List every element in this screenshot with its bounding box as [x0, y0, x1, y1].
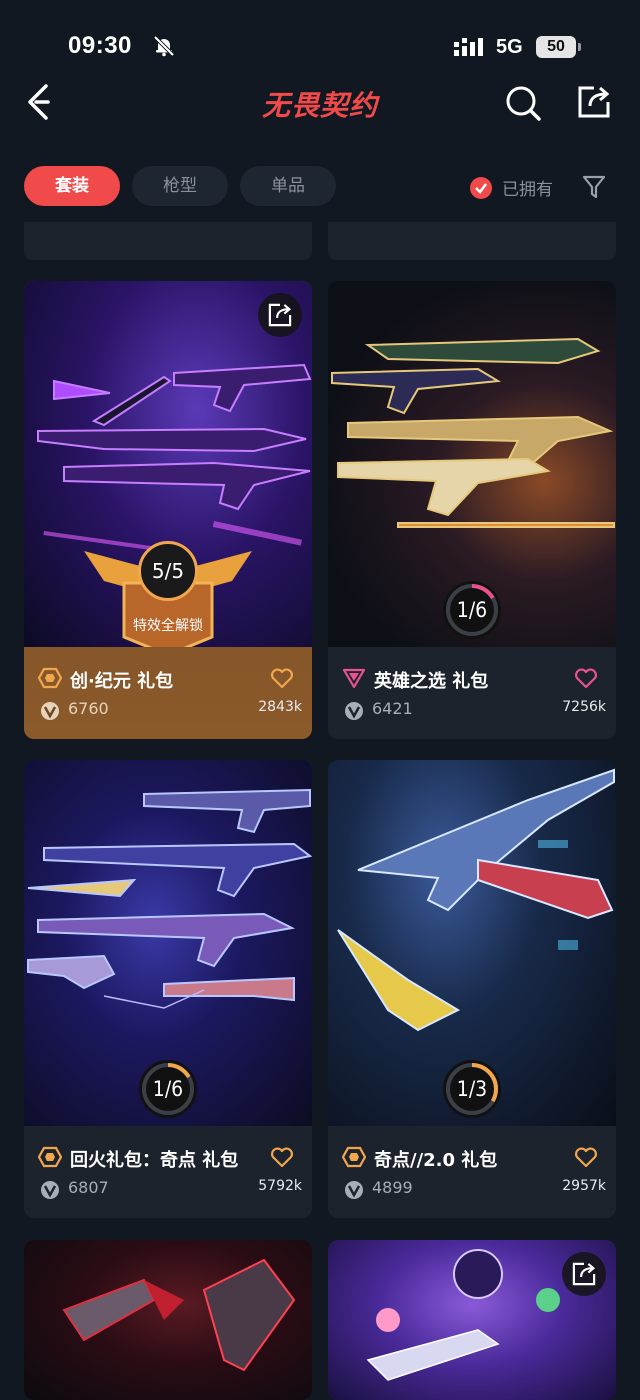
top-nav: 无畏契约: [0, 70, 640, 134]
bundle-likes: 7256k: [562, 699, 606, 715]
category-tabs: 套装 枪型 单品 已拥有: [0, 166, 640, 208]
progress-text: 5/5: [151, 559, 185, 583]
heart-icon[interactable]: [270, 667, 294, 689]
tier-icon: [38, 1146, 62, 1168]
bundle-likes: 5792k: [258, 1178, 302, 1194]
bundle-art: 5/5 特效全解锁: [24, 281, 312, 647]
signal-icon: [454, 38, 483, 56]
bundle-info: 奇点//2.0 礼包 4899 2957k: [328, 1126, 616, 1218]
weapon-artwork: [62, 1258, 296, 1372]
heart-icon[interactable]: [574, 667, 598, 689]
previous-card-peek[interactable]: [328, 222, 616, 260]
heart-icon[interactable]: [270, 1146, 294, 1168]
search-icon[interactable]: [504, 84, 542, 122]
bundle-name: 奇点//2.0 礼包: [374, 1150, 498, 1171]
progress-ring: 1/6: [443, 581, 501, 639]
bundle-art: 1/3: [328, 760, 616, 1126]
bundle-art: 1/6: [24, 760, 312, 1126]
page-title: 无畏契约: [261, 89, 378, 122]
badge-label: 特效全解锁: [133, 618, 203, 634]
vp-coin-icon: [345, 702, 363, 720]
bundle-card[interactable]: 1/6 英雄之选 礼包 6421 7256k: [328, 281, 616, 739]
bundle-art: [24, 1240, 312, 1400]
tier-icon: [38, 667, 62, 689]
share-icon[interactable]: [258, 293, 302, 337]
share-icon[interactable]: [562, 1252, 606, 1296]
owned-label: 已拥有: [502, 180, 553, 200]
bundle-price: 4899: [372, 1178, 413, 1197]
progress-text: 1/6: [456, 598, 488, 622]
bundle-card[interactable]: 1/3 奇点//2.0 礼包 4899 2957k: [328, 760, 616, 1218]
bundle-info: 英雄之选 礼包 6421 7256k: [328, 647, 616, 739]
previous-card-peek[interactable]: [24, 222, 312, 260]
filter-icon[interactable]: [582, 174, 606, 200]
vp-coin-icon: [41, 1181, 59, 1199]
unlock-badge: 5/5 特效全解锁: [84, 533, 252, 647]
progress-ring: 1/3: [443, 1060, 501, 1118]
status-time: 09:30: [68, 32, 132, 59]
bundle-art: 1/6: [328, 281, 616, 647]
heart-icon[interactable]: [574, 1146, 598, 1168]
progress-ring: 5/5: [138, 541, 198, 601]
progress-text: 1/6: [152, 1077, 184, 1101]
bundle-card[interactable]: 5/5 特效全解锁 创·纪元 礼包 6760 2843k: [24, 281, 312, 739]
bundle-art: [328, 1240, 616, 1400]
mute-bell-icon: [153, 35, 175, 57]
bundle-card[interactable]: [24, 1240, 312, 1400]
vp-coin-icon: [345, 1181, 363, 1199]
vp-coin-icon: [41, 702, 59, 720]
share-icon[interactable]: [576, 84, 612, 120]
bundle-price: 6807: [68, 1178, 109, 1197]
bundle-price: 6760: [68, 699, 109, 718]
bundle-likes: 2843k: [258, 699, 302, 715]
bundle-name: 回火礼包：奇点 礼包: [70, 1150, 239, 1171]
progress-text: 1/3: [456, 1077, 488, 1101]
tier-icon: [342, 668, 366, 689]
progress-ring: 1/6: [139, 1060, 197, 1118]
network-type: 5G: [496, 36, 523, 58]
bundle-card[interactable]: 1/6 回火礼包：奇点 礼包 6807 5792k: [24, 760, 312, 1218]
battery-level: 50: [536, 36, 581, 58]
bundle-likes: 2957k: [562, 1178, 606, 1194]
check-icon: [470, 176, 492, 199]
bundle-info: 回火礼包：奇点 礼包 6807 5792k: [24, 1126, 312, 1218]
owned-toggle[interactable]: 已拥有: [470, 175, 553, 200]
tab-bundles[interactable]: 套装: [24, 166, 120, 206]
tier-icon: [342, 1146, 366, 1168]
tab-weapon-type[interactable]: 枪型: [132, 166, 228, 206]
tab-single-items[interactable]: 单品: [240, 166, 336, 206]
bundle-name: 英雄之选 礼包: [374, 671, 489, 692]
bundle-card[interactable]: [328, 1240, 616, 1400]
bundle-price: 6421: [372, 699, 413, 718]
bundle-name: 创·纪元 礼包: [70, 671, 174, 692]
bundle-info: 创·纪元 礼包 6760 2843k: [24, 647, 312, 739]
